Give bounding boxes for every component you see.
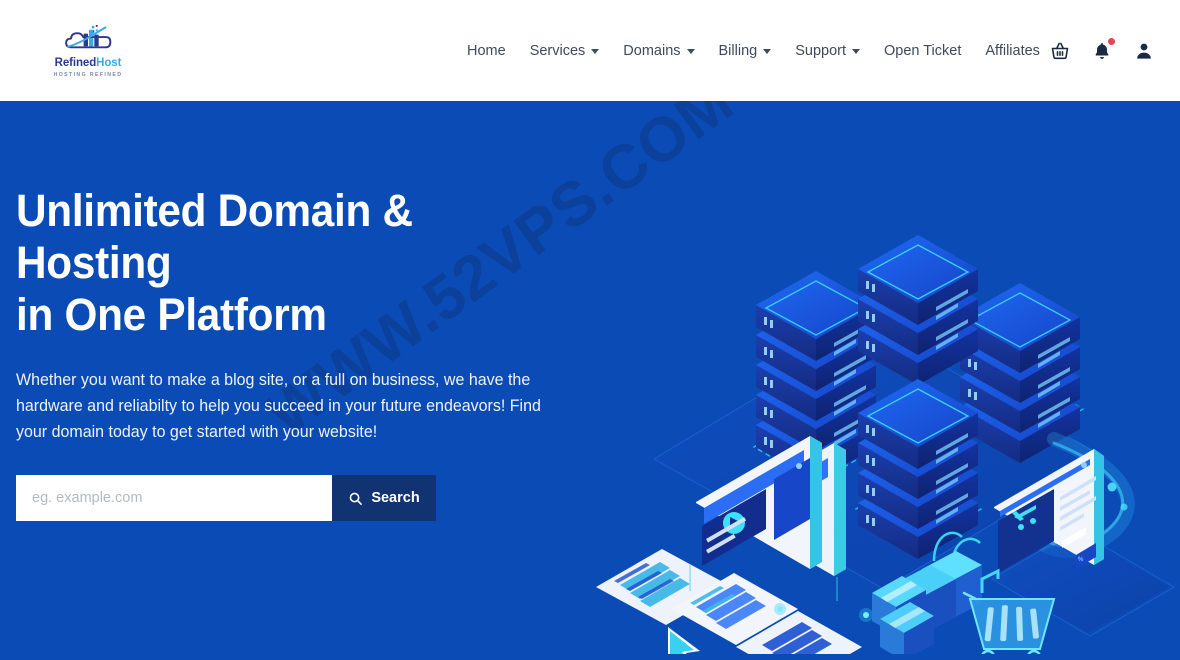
logo-name-part2: Host [96,57,122,70]
hero-subtitle: Whether you want to make a blog site, or… [16,371,541,441]
logo-name-part1: Refined [54,57,97,70]
notification-badge [1108,37,1115,45]
logo-block: RefinedHost Hosting Refined [54,23,123,78]
page-root: RefinedHost Hosting Refined Home Service… [0,0,1180,660]
brand-logo[interactable]: RefinedHost Hosting Refined [8,23,168,78]
cursor-pointer-icon [668,627,700,654]
hero-title-line2: in One Platform [16,289,327,340]
nav-label: Billing [718,42,758,59]
logo-tagline: Hosting Refined [53,71,123,78]
chevron-down-icon [763,49,772,54]
chevron-down-icon [591,49,600,54]
site-header: RefinedHost Hosting Refined Home Service… [0,0,1180,101]
nav-item-open-ticket[interactable]: Open Ticket [872,37,973,65]
nav-item-domains[interactable]: Domains [611,37,706,65]
main-navigation: Home Services Domains Billing Support Op… [455,0,1052,101]
nav-label: Domains [623,42,681,59]
server-rack-front-center [858,379,978,559]
logo-wordmark: RefinedHost [55,58,122,70]
notification-bell-icon[interactable] [1088,37,1116,65]
hero-content: Unlimited Domain & Hosting in One Platfo… [16,185,596,521]
nav-item-support[interactable]: Support [783,37,872,65]
header-icon-group [1046,0,1158,101]
shopping-basket-icon[interactable] [1046,37,1074,65]
chevron-down-icon [686,49,695,54]
search-input[interactable] [16,475,332,521]
nav-item-services[interactable]: Services [518,37,612,65]
search-icon [349,492,363,505]
svg-text:%: % [1078,557,1084,563]
nav-label: Home [467,42,506,59]
cloud-bars-logo-icon [65,25,112,49]
search-button[interactable]: Search [332,475,436,521]
nav-label: Open Ticket [884,42,962,59]
chevron-down-icon [852,49,860,54]
nav-item-billing[interactable]: Billing [707,37,784,65]
nav-label: Support [795,42,846,59]
domain-search-form: Search [16,475,436,521]
search-button-label: Search [371,490,420,506]
nav-label: Affiliates [985,42,1040,59]
nav-label: Services [529,42,586,59]
page-title: Unlimited Domain & Hosting in One Platfo… [16,185,561,341]
nav-item-affiliates[interactable]: Affiliates [973,37,1052,65]
user-account-icon[interactable] [1130,37,1158,65]
isometric-datacenter-servers-ecommerce-illustration: % [584,109,1180,654]
hero-title-line1: Unlimited Domain & Hosting [16,185,413,288]
hero-section: % WWW.52VPS.COM Unlimited Domain & Hosti… [0,101,1180,660]
nav-item-home[interactable]: Home [455,37,518,65]
